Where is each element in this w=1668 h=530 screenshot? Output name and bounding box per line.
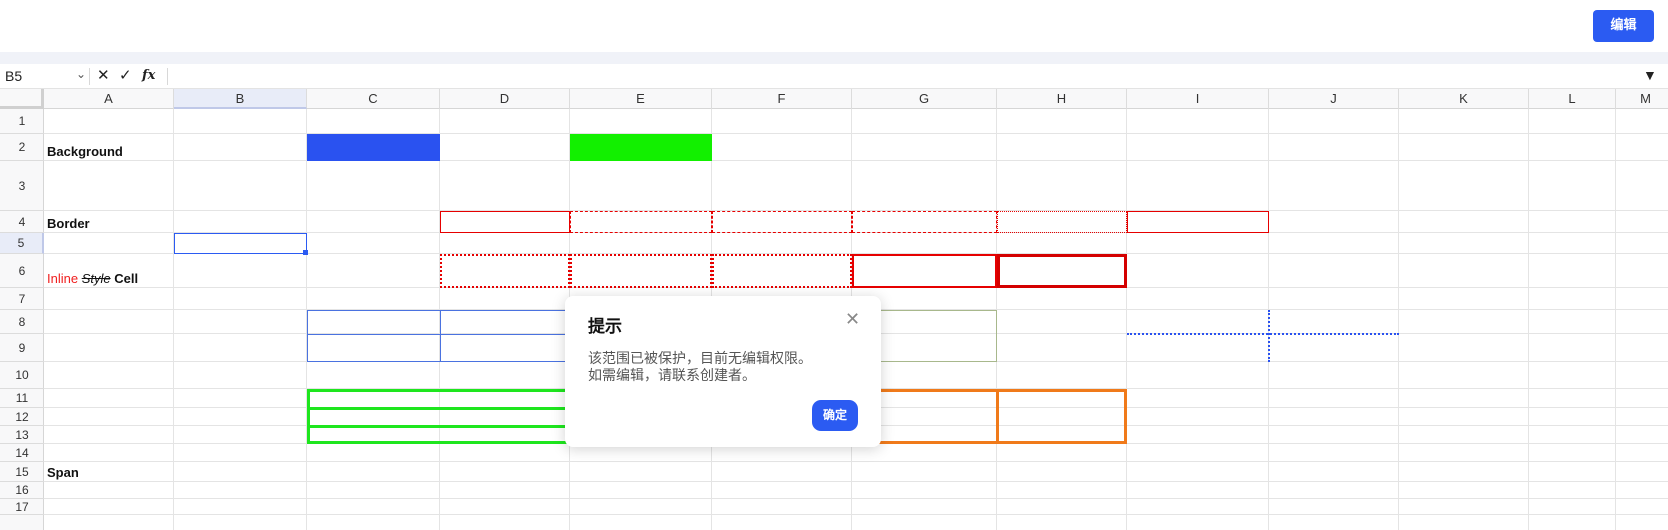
- inline-red-text: Inline: [47, 271, 79, 286]
- cancel-icon[interactable]: ✕: [97, 66, 110, 84]
- cell-border-green-box: [307, 389, 570, 444]
- cell-text: Border: [47, 216, 90, 231]
- row-header-5[interactable]: 5: [0, 233, 44, 254]
- column-header-c[interactable]: C: [307, 89, 440, 109]
- selected-cell: [174, 233, 307, 254]
- cell-border-dotted-blue: [1127, 333, 1399, 335]
- column-header-bar: ABCDEFGHIJKLM: [0, 89, 1668, 109]
- divider: [167, 68, 168, 85]
- row-header-12[interactable]: 12: [0, 408, 44, 426]
- column-header-h[interactable]: H: [997, 89, 1127, 109]
- gridline-horizontal: [44, 461, 1668, 462]
- column-header-m[interactable]: M: [1616, 89, 1668, 109]
- row-header-15[interactable]: 15: [0, 462, 44, 482]
- cell-text: Background: [47, 144, 123, 159]
- row-header-13[interactable]: 13: [0, 426, 44, 444]
- cell-border-medium: [852, 254, 997, 288]
- cell-border-orange-inner: [996, 389, 999, 444]
- column-header-g[interactable]: G: [852, 89, 997, 109]
- gridline-vertical: [1528, 109, 1529, 530]
- top-toolbar: 编辑: [0, 0, 1668, 52]
- cell-border-dotted-thick: [712, 254, 852, 288]
- column-header-b[interactable]: B: [174, 89, 307, 109]
- row-header-1[interactable]: 1: [0, 109, 44, 134]
- gridline-vertical: [1615, 109, 1616, 530]
- column-header-i[interactable]: I: [1127, 89, 1269, 109]
- chevron-down-icon[interactable]: ⌄: [76, 67, 86, 81]
- row-header-14[interactable]: 14: [0, 444, 44, 462]
- column-header-j[interactable]: J: [1269, 89, 1399, 109]
- toolbar-divider: [0, 52, 1668, 64]
- gridline-horizontal: [44, 133, 1668, 134]
- row-header-3[interactable]: 3: [0, 161, 44, 211]
- cell-border-blue-inner: [440, 310, 441, 362]
- cell-border-dashed: [712, 211, 852, 233]
- edit-button[interactable]: 编辑: [1593, 10, 1654, 42]
- gridline-vertical: [1126, 109, 1127, 530]
- cell-border-thick: [997, 254, 1127, 288]
- cell-border-solid: [440, 211, 570, 233]
- gridline-horizontal: [44, 160, 1668, 161]
- inline-strike-text: Style: [81, 271, 111, 286]
- formula-bar: B5 ⌄ ✕ ✓ fx ▼: [0, 64, 1668, 89]
- cell-border-dotted: [997, 211, 1127, 233]
- row-header-bar: 1 2 3 4 5 6 7 8 9 10 11 12 13 14 15 16 17: [0, 109, 44, 530]
- column-header-d[interactable]: D: [440, 89, 570, 109]
- gridline-horizontal: [44, 514, 1668, 515]
- row-header-6[interactable]: 6: [0, 254, 44, 288]
- row-header-10[interactable]: 10: [0, 362, 44, 389]
- fill-handle[interactable]: [303, 250, 308, 255]
- protection-dialog: 提示 ✕ 该范围已被保护，目前无编辑权限。 如需编辑，请联系创建者。 确定: [565, 296, 881, 447]
- cell-border-dotted-thick: [570, 254, 712, 288]
- row-header-4[interactable]: 4: [0, 211, 44, 233]
- dialog-title: 提示: [588, 317, 622, 337]
- dialog-message-line2: 如需编辑，请联系创建者。: [588, 368, 756, 384]
- function-icon[interactable]: fx: [142, 68, 155, 83]
- column-header-f[interactable]: F: [712, 89, 852, 109]
- inline-style-cell: Inline Style Cell: [47, 271, 138, 286]
- close-icon[interactable]: ✕: [845, 310, 860, 328]
- column-header-k[interactable]: K: [1399, 89, 1529, 109]
- row-header-8[interactable]: 8: [0, 310, 44, 334]
- inline-bold-text: Cell: [114, 271, 139, 286]
- gridline-vertical: [1398, 109, 1399, 530]
- select-all-corner[interactable]: [0, 89, 44, 109]
- column-header-l[interactable]: L: [1529, 89, 1616, 109]
- row-header-7[interactable]: 7: [0, 288, 44, 310]
- cell-name-box[interactable]: B5: [5, 68, 22, 84]
- gridline-horizontal: [44, 498, 1668, 499]
- confirm-icon[interactable]: ✓: [119, 66, 132, 84]
- gridline-vertical: [173, 109, 174, 530]
- cell-fill-green: [570, 134, 712, 161]
- row-header-2[interactable]: 2: [0, 134, 44, 161]
- row-header-11[interactable]: 11: [0, 389, 44, 408]
- row-header-17[interactable]: 17: [0, 499, 44, 515]
- cell-border-dotted-thick: [440, 254, 570, 288]
- cell-border-dashed: [852, 211, 997, 233]
- cell-border-green-inner: [307, 425, 570, 428]
- cell-border-green-inner: [307, 407, 570, 410]
- column-header-e[interactable]: E: [570, 89, 712, 109]
- gridline-horizontal: [44, 481, 1668, 482]
- cell-border-dashed: [570, 211, 712, 233]
- expand-icon[interactable]: ▼: [1643, 67, 1657, 83]
- confirm-button[interactable]: 确定: [812, 400, 858, 431]
- cell-text: Span: [47, 465, 79, 480]
- cell-border-blue-inner: [307, 334, 570, 335]
- row-header-9[interactable]: 9: [0, 334, 44, 362]
- cell-border-solid: [1127, 211, 1269, 233]
- row-header-16[interactable]: 16: [0, 482, 44, 499]
- cell-fill-blue: [307, 134, 440, 161]
- divider: [89, 68, 90, 85]
- column-header-a[interactable]: A: [44, 89, 174, 109]
- cell-border-dotted-blue: [1268, 310, 1270, 362]
- cell-border-blue-box: [307, 310, 570, 362]
